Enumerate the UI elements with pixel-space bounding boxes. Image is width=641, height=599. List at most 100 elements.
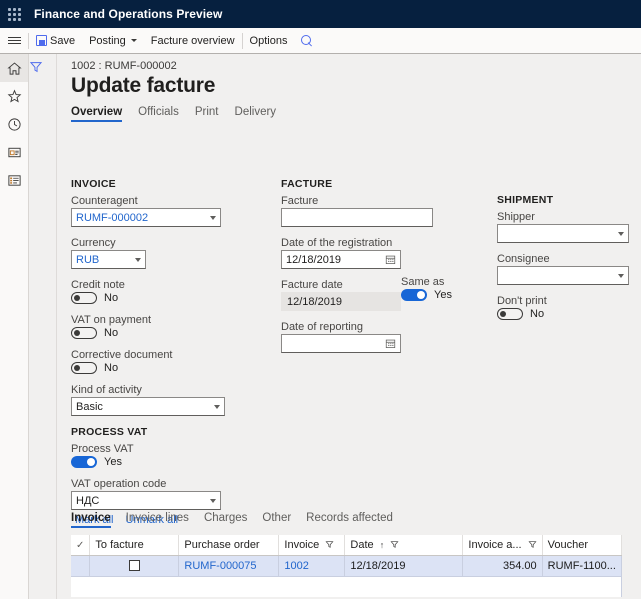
facture-label: Facture	[281, 195, 319, 207]
calendar-icon[interactable]	[385, 254, 396, 265]
kind-of-activity-field: Kind of activity Basic	[71, 384, 225, 416]
grid-tab-records-affected[interactable]: Records affected	[306, 512, 393, 528]
counteragent-input[interactable]: RUMF-000002	[71, 208, 221, 227]
facture-overview-button[interactable]: Facture overview	[144, 28, 242, 54]
to-facture-checkbox[interactable]	[128, 560, 140, 572]
currency-input[interactable]: RUB	[71, 250, 146, 269]
tab-delivery[interactable]: Delivery	[235, 106, 277, 122]
chevron-down-icon	[210, 498, 216, 503]
column-invoice-label: Invoice	[284, 538, 320, 551]
chevron-down-icon	[210, 215, 216, 220]
grid-tab-invoice-lines[interactable]: Invoice lines	[126, 512, 189, 528]
grid-tab-charges[interactable]: Charges	[204, 512, 247, 528]
same-as-label: Same as	[401, 276, 445, 288]
calendar-icon[interactable]	[385, 338, 396, 349]
credit-note-label: Credit note	[71, 279, 125, 291]
vat-on-payment-field: VAT on payment No	[71, 314, 221, 339]
title-bar: Finance and Operations Preview	[0, 0, 641, 28]
date-of-registration-value: 12/18/2019	[286, 253, 342, 266]
grid-header-row: ✓ To facture Purchase order Invoice Date…	[71, 535, 622, 556]
same-as-value: Yes	[434, 289, 452, 301]
invoice-grid: ✓ To facture Purchase order Invoice Date…	[71, 535, 622, 597]
dont-print-toggle[interactable]	[497, 308, 523, 320]
sidebar-item-home[interactable]	[0, 54, 28, 82]
column-date-label: Date	[350, 538, 374, 551]
column-select-all[interactable]: ✓	[71, 535, 91, 556]
column-to-facture-label: To facture	[95, 538, 144, 551]
date-of-reporting-field: Date of reporting	[281, 321, 401, 353]
filter-funnel-icon[interactable]	[390, 540, 399, 549]
tab-overview[interactable]: Overview	[71, 106, 123, 122]
save-button[interactable]: Save	[29, 28, 82, 54]
counteragent-label: Counteragent	[71, 195, 138, 207]
kind-of-activity-label: Kind of activity	[71, 384, 142, 396]
tab-print[interactable]: Print	[195, 106, 219, 122]
column-purchase-order[interactable]: Purchase order	[178, 535, 280, 556]
sidebar-item-modules[interactable]	[0, 166, 28, 194]
invoice-section-title: INVOICE	[71, 178, 116, 190]
chevron-down-icon	[214, 404, 220, 409]
filter-funnel-icon[interactable]	[528, 540, 537, 549]
date-of-reporting-input[interactable]	[281, 334, 401, 353]
shipper-label: Shipper	[497, 211, 535, 223]
hamburger-icon[interactable]	[0, 28, 28, 54]
command-bar: Save Posting Facture overview Options	[0, 28, 641, 54]
filter-pane-strip	[29, 54, 57, 599]
shipper-field: Shipper	[497, 211, 629, 243]
facture-section: FACTURE Facture Date of the registration…	[281, 178, 433, 363]
date-of-registration-field: Date of the registration 12/18/2019	[281, 237, 401, 269]
date-of-registration-input[interactable]: 12/18/2019	[281, 250, 401, 269]
star-icon	[7, 88, 21, 103]
row-invoice[interactable]: 1002	[278, 555, 346, 577]
sidebar-item-favorites[interactable]	[0, 82, 28, 110]
dont-print-field: Don't print No	[497, 295, 629, 320]
home-icon	[6, 61, 22, 75]
consignee-label: Consignee	[497, 253, 550, 265]
column-invoice[interactable]: Invoice	[278, 535, 346, 556]
workspace-icon	[7, 147, 21, 157]
chevron-down-icon	[135, 257, 141, 262]
process-vat-toggle[interactable]	[71, 456, 97, 468]
consignee-input[interactable]	[497, 266, 629, 285]
facture-date-label: Facture date	[281, 279, 343, 291]
shipment-section: SHIPMENT Shipper Consignee Don't print N…	[497, 194, 629, 330]
facture-input[interactable]	[281, 208, 433, 227]
facture-overview-label: Facture overview	[150, 34, 235, 47]
grid-tab-other[interactable]: Other	[262, 512, 291, 528]
shipper-input[interactable]	[497, 224, 629, 243]
row-purchase-order[interactable]: RUMF-000075	[178, 555, 280, 577]
app-launcher-icon[interactable]	[0, 0, 28, 28]
tab-officials[interactable]: Officials	[138, 106, 179, 122]
row-to-facture-cell[interactable]	[89, 555, 180, 577]
posting-menu-button[interactable]: Posting	[82, 28, 144, 54]
vat-operation-code-input[interactable]: НДС	[71, 491, 221, 510]
filter-funnel-icon[interactable]	[29, 60, 43, 74]
shipment-section-title: SHIPMENT	[497, 194, 554, 206]
grid-tab-invoice[interactable]: Invoice	[71, 512, 111, 528]
sidebar-item-workspaces[interactable]	[0, 138, 28, 166]
same-as-toggle[interactable]	[401, 289, 427, 301]
column-date[interactable]: Date ↑	[344, 535, 464, 556]
search-icon	[301, 34, 313, 47]
corrective-document-toggle[interactable]	[71, 362, 97, 374]
filter-funnel-icon[interactable]	[325, 540, 334, 549]
column-invoice-amount[interactable]: Invoice a...	[462, 535, 543, 556]
sidebar-item-recent[interactable]	[0, 110, 28, 138]
check-header-icon: ✓	[76, 539, 85, 551]
consignee-field: Consignee	[497, 253, 629, 285]
vat-on-payment-label: VAT on payment	[71, 314, 152, 326]
facture-date-field: Facture date 12/18/2019	[281, 279, 401, 311]
options-button[interactable]: Options	[243, 28, 295, 54]
search-button[interactable]	[294, 28, 320, 54]
kind-of-activity-input[interactable]: Basic	[71, 397, 225, 416]
column-to-facture[interactable]: To facture	[89, 535, 180, 556]
column-invoice-amount-label: Invoice a...	[468, 538, 522, 551]
row-date: 12/18/2019	[344, 555, 464, 577]
facture-date-value-box: 12/18/2019	[281, 292, 401, 311]
vat-on-payment-toggle[interactable]	[71, 327, 97, 339]
column-voucher[interactable]: Voucher	[542, 535, 622, 556]
credit-note-toggle[interactable]	[71, 292, 97, 304]
table-row[interactable]: RUMF-000075 1002 12/18/2019 354.00 RUMF-…	[71, 555, 622, 577]
list-icon	[7, 174, 21, 186]
chevron-down-icon	[618, 273, 624, 278]
